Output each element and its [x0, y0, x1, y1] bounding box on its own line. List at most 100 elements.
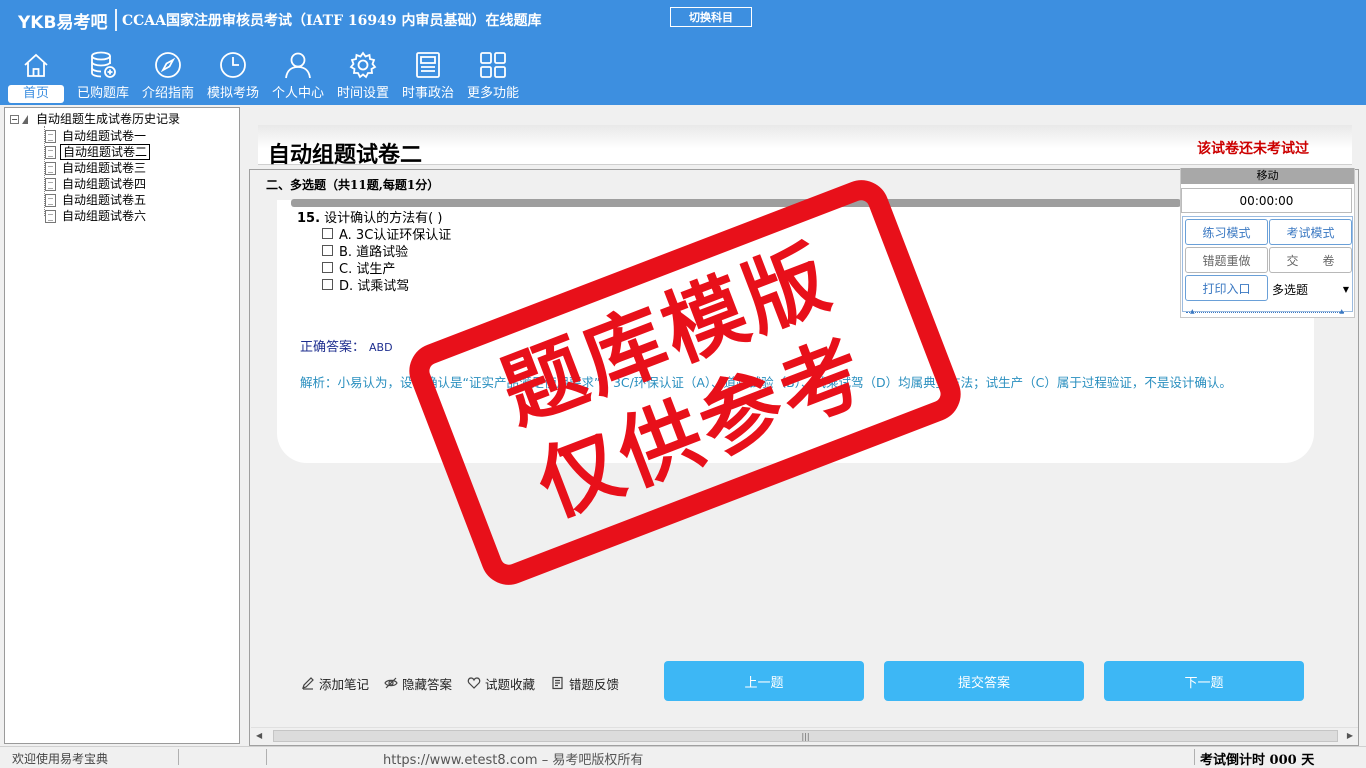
status-bar: 欢迎使用易考宝典 https://www.etest8.com – 易考吧版权所… — [0, 746, 1366, 768]
switch-subject-button[interactable]: 切换科目 — [670, 7, 752, 27]
correct-answer: 正确答案： ABD — [300, 336, 393, 355]
tree-item-label: 自动组题试卷五 — [62, 193, 147, 207]
move-handle[interactable]: 移动 — [1181, 168, 1354, 184]
collapse-icon[interactable]: − — [10, 114, 19, 124]
answer-label: 正确答案： — [300, 340, 366, 355]
eye-off-icon — [384, 676, 398, 690]
tree-item-label: 自动组题试卷六 — [62, 209, 147, 223]
add-note-tool[interactable]: 添加笔记 — [301, 674, 369, 692]
nav-current-affairs[interactable]: 时事政治 — [400, 48, 456, 103]
dropdown-arrow-icon: ▼ — [1342, 284, 1349, 294]
option-d[interactable]: D. 试乘试驾 — [322, 276, 410, 294]
option-a[interactable]: A. 3C认证环保认证 — [322, 225, 451, 243]
favorite-tool[interactable]: 试题收藏 — [467, 674, 535, 692]
nav-home-label: 首页 — [8, 85, 65, 103]
news-icon — [411, 48, 445, 82]
user-icon — [281, 48, 315, 82]
pencil-icon — [301, 676, 315, 690]
hide-answer-tool[interactable]: 隐藏答案 — [384, 674, 452, 692]
tree-item[interactable]: 自动组题试卷四 — [45, 176, 148, 192]
option-checkbox[interactable] — [322, 245, 333, 256]
option-c[interactable]: C. 试生产 — [322, 259, 395, 277]
tree-item[interactable]: 自动组题试卷六 — [45, 208, 148, 224]
brand-divider — [115, 9, 117, 31]
submit-paper-button[interactable]: 交 卷 — [1269, 247, 1352, 273]
compass-icon — [151, 48, 185, 82]
heart-icon — [467, 676, 481, 690]
practice-mode-button[interactable]: 练习模式 — [1185, 219, 1268, 245]
feedback-tool[interactable]: 错题反馈 — [551, 674, 619, 692]
app-title: CCAA国家注册审核员考试（IATF 16949 内审员基础）在线题库 — [122, 13, 542, 29]
horizontal-scrollbar[interactable]: ◀ ||| ▶ — [251, 727, 1358, 744]
document-icon — [45, 209, 56, 223]
timer-display: 00:00:00 — [1181, 188, 1352, 213]
redo-wrong-button[interactable]: 错题重做 — [1185, 247, 1268, 273]
nav-mock-exam-label: 模拟考场 — [207, 86, 260, 101]
exam-mode-button[interactable]: 考试模式 — [1269, 219, 1352, 245]
nav-time-settings-label: 时间设置 — [337, 86, 390, 101]
option-b[interactable]: B. 道路试验 — [322, 242, 408, 260]
question-type-select[interactable]: 多选题 ▼ — [1269, 277, 1352, 301]
exam-countdown: 考试倒计时 000 天 — [1200, 753, 1315, 768]
nav-purchased-label: 已购题库 — [77, 86, 130, 101]
panel-resize-handle[interactable] — [1186, 308, 1344, 316]
answer-analysis: 解析：小易认为，设计确认是“证实产品满足使用要求”。3C/环保认证（A）、道路试… — [300, 375, 1232, 390]
option-checkbox[interactable] — [322, 228, 333, 239]
tree-root-label: 自动组题生成试卷历史记录 — [36, 112, 181, 126]
paper-title: 自动组题试卷二 — [268, 143, 423, 168]
status-welcome: 欢迎使用易考宝典 — [12, 752, 109, 766]
tree-item[interactable]: 自动组题试卷三 — [45, 160, 148, 176]
grid-icon — [476, 48, 510, 82]
hide-answer-label: 隐藏答案 — [402, 676, 453, 692]
feedback-icon — [551, 676, 565, 690]
nav-purchased[interactable]: 已购题库 — [75, 48, 131, 103]
status-divider — [1194, 749, 1195, 765]
answer-value: ABD — [369, 341, 393, 354]
status-copyright: https://www.etest8.com – 易考吧版权所有 — [383, 753, 644, 768]
tree-root[interactable]: − 自动组题生成试卷历史记录 — [10, 111, 182, 127]
tree-item[interactable]: 自动组题试卷一 — [45, 128, 148, 144]
nav-guide[interactable]: 介绍指南 — [140, 48, 196, 103]
app-header: YKB易考吧 CCAA国家注册审核员考试（IATF 16949 内审员基础）在线… — [0, 0, 1366, 105]
question-type-value: 多选题 — [1272, 282, 1309, 297]
nav-home[interactable]: 首页 — [8, 48, 65, 103]
nav-more[interactable]: 更多功能 — [465, 48, 521, 103]
nav-time-settings[interactable]: 时间设置 — [335, 48, 391, 103]
clock-icon — [216, 48, 250, 82]
tree-item-label: 自动组题试卷四 — [62, 177, 147, 191]
history-tree: − 自动组题生成试卷历史记录 自动组题试卷一 自动组题试卷二 自动组题试卷三 自… — [4, 107, 240, 744]
home-icon — [19, 48, 53, 82]
question-number: 15. — [297, 211, 321, 226]
scroll-right-icon[interactable]: ▶ — [1347, 731, 1353, 740]
nav-more-label: 更多功能 — [467, 86, 520, 101]
feedback-label: 错题反馈 — [569, 676, 620, 692]
submit-answer-button[interactable]: 提交答案 — [884, 661, 1084, 701]
tree-item-selected[interactable]: 自动组题试卷二 — [45, 144, 151, 160]
nav-profile[interactable]: 个人中心 — [270, 48, 326, 103]
document-icon — [45, 193, 56, 207]
option-label: D. 试乘试驾 — [339, 279, 410, 294]
status-divider — [178, 749, 179, 765]
prev-question-button[interactable]: 上一题 — [664, 661, 864, 701]
add-note-label: 添加笔记 — [319, 676, 370, 692]
option-checkbox[interactable] — [322, 279, 333, 290]
nav-mock-exam[interactable]: 模拟考场 — [205, 48, 261, 103]
section-title: 二、多选题（共11题,每题1分） — [266, 178, 440, 192]
document-icon — [45, 161, 56, 175]
folder-icon — [22, 114, 28, 124]
document-icon — [45, 177, 56, 191]
tree-item[interactable]: 自动组题试卷五 — [45, 192, 148, 208]
favorite-label: 试题收藏 — [485, 676, 536, 692]
gear-icon — [346, 48, 380, 82]
nav-current-affairs-label: 时事政治 — [402, 86, 455, 101]
document-edit-icon — [45, 145, 56, 159]
scrollbar-thumb[interactable]: ||| — [273, 730, 1338, 742]
scroll-left-icon[interactable]: ◀ — [256, 731, 262, 740]
paper-title-bar: 自动组题试卷二 — [258, 125, 1352, 168]
paper-status: 该试卷还未考试过 — [1197, 141, 1309, 157]
next-question-button[interactable]: 下一题 — [1104, 661, 1304, 701]
print-button[interactable]: 打印入口 — [1185, 275, 1268, 301]
brand-logo: YKB易考吧 — [18, 13, 108, 33]
option-checkbox[interactable] — [322, 262, 333, 273]
nav-guide-label: 介绍指南 — [142, 86, 195, 101]
